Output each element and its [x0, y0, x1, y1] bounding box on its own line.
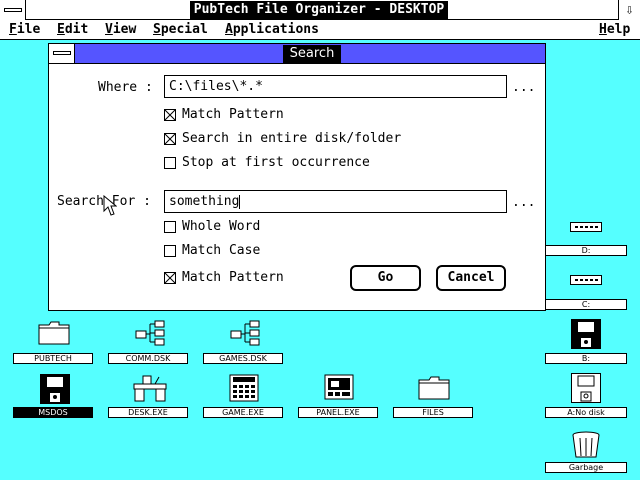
- game-exe-caption[interactable]: GAME.EXE: [203, 407, 283, 418]
- games-dsk-icon[interactable]: [228, 320, 262, 350]
- check-x-icon: [165, 110, 175, 120]
- go-button[interactable]: Go: [350, 265, 421, 291]
- where-label: Where :: [98, 80, 153, 95]
- check-x-icon: [165, 273, 175, 283]
- files-folder-icon[interactable]: [418, 376, 450, 404]
- menu-file[interactable]: File: [9, 21, 40, 39]
- comm-dsk-icon[interactable]: [133, 320, 167, 350]
- menu-bar: File Edit View Special Applications Help: [0, 20, 640, 40]
- drive-d-icon[interactable]: [570, 221, 602, 236]
- match-pattern-label-top: Match Pattern: [182, 107, 284, 122]
- search-entire-disk-checkbox[interactable]: [164, 133, 176, 145]
- panel-exe-caption[interactable]: PANEL.EXE: [298, 407, 378, 418]
- where-input[interactable]: C:\files\*.*: [164, 75, 507, 98]
- dialog-title: Search: [283, 45, 341, 63]
- drive-b-icon[interactable]: [571, 319, 601, 353]
- dialog-title-bar: Search: [49, 44, 545, 64]
- match-pattern-label-bottom: Match Pattern: [182, 270, 284, 285]
- system-menu-button[interactable]: [0, 0, 26, 20]
- match-pattern-checkbox-bottom[interactable]: [164, 272, 176, 284]
- games-dsk-caption[interactable]: GAMES.DSK: [203, 353, 283, 364]
- folder-icon: [38, 321, 70, 345]
- game-exe-icon[interactable]: [229, 374, 259, 406]
- garbage-icon[interactable]: [570, 431, 602, 463]
- whole-word-label: Whole Word: [182, 219, 261, 234]
- whole-word-checkbox[interactable]: [164, 221, 176, 233]
- where-browse-button[interactable]: ...: [512, 80, 535, 95]
- search-for-value: something: [169, 194, 240, 209]
- panel-exe-icon[interactable]: [324, 374, 354, 406]
- hard-drive-icon: [570, 222, 602, 232]
- trash-icon: [572, 431, 600, 458]
- minimize-arrow-icon[interactable]: ⇩: [618, 0, 640, 20]
- drive-c-icon[interactable]: [570, 274, 602, 289]
- floppy-empty-icon: [571, 373, 601, 403]
- menu-applications[interactable]: Applications: [225, 21, 319, 39]
- hard-drive-icon: [570, 275, 602, 285]
- check-x-icon: [165, 134, 175, 144]
- match-case-label: Match Case: [182, 243, 261, 258]
- drive-d-caption[interactable]: D:: [545, 245, 627, 256]
- desk-icon: [133, 375, 167, 402]
- drive-c-caption[interactable]: C:: [545, 299, 627, 310]
- folder-icon: [418, 376, 450, 400]
- pubtech-folder-icon[interactable]: [38, 321, 70, 349]
- search-dialog: Search Where : C:\files\*.* ... Match Pa…: [48, 43, 546, 311]
- drive-a-icon[interactable]: [571, 373, 601, 407]
- search-for-browse-button[interactable]: ...: [512, 195, 535, 210]
- mouse-pointer-icon: [103, 195, 117, 216]
- window-title: PubTech File Organizer - DESKTOP: [190, 1, 448, 19]
- comm-dsk-caption[interactable]: COMM.DSK: [108, 353, 188, 364]
- network-icon: [230, 320, 260, 346]
- msdos-icon[interactable]: [40, 374, 70, 408]
- floppy-icon: [40, 374, 70, 404]
- match-case-checkbox[interactable]: [164, 245, 176, 257]
- floppy-icon: [571, 319, 601, 349]
- search-for-input[interactable]: something: [164, 190, 507, 213]
- calculator-icon: [229, 374, 259, 402]
- drive-a-caption[interactable]: A:No disk: [545, 407, 627, 418]
- menu-view[interactable]: View: [105, 21, 136, 39]
- menu-help[interactable]: Help: [599, 21, 630, 39]
- network-icon: [135, 320, 165, 346]
- pubtech-caption[interactable]: PUBTECH: [13, 353, 93, 364]
- drive-b-caption[interactable]: B:: [545, 353, 627, 364]
- search-entire-disk-label: Search in entire disk/folder: [182, 131, 402, 146]
- stop-first-occurrence-label: Stop at first occurrence: [182, 155, 370, 170]
- menu-edit[interactable]: Edit: [57, 21, 88, 39]
- panel-icon: [324, 374, 354, 400]
- system-menu-icon: [4, 8, 22, 12]
- files-caption[interactable]: FILES: [393, 407, 473, 418]
- garbage-caption[interactable]: Garbage: [545, 462, 627, 473]
- menu-special[interactable]: Special: [153, 21, 208, 39]
- dialog-system-menu-button[interactable]: [49, 44, 75, 63]
- dialog-system-menu-icon: [53, 51, 71, 55]
- cancel-button[interactable]: Cancel: [436, 265, 506, 291]
- desk-exe-caption[interactable]: DESK.EXE: [108, 407, 188, 418]
- msdos-caption[interactable]: MSDOS: [13, 407, 93, 418]
- text-cursor: [239, 194, 241, 209]
- match-pattern-checkbox-top[interactable]: [164, 109, 176, 121]
- title-bar: PubTech File Organizer - DESKTOP ⇩: [0, 0, 640, 20]
- stop-first-occurrence-checkbox[interactable]: [164, 157, 176, 169]
- desk-exe-icon[interactable]: [133, 374, 167, 406]
